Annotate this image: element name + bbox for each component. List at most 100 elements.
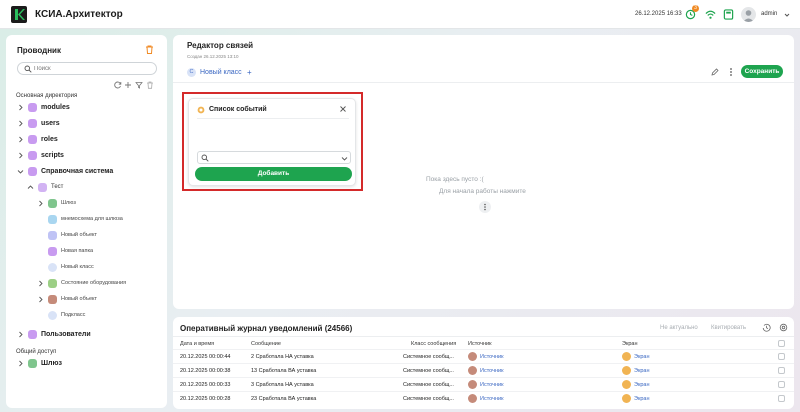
row-screen-link[interactable]: Экран — [634, 368, 650, 374]
row-screen-link[interactable]: Экран — [634, 396, 650, 402]
tree-item-reference-system[interactable]: Справочная система — [17, 166, 157, 178]
row-screen-link[interactable]: Экран — [634, 382, 650, 388]
table-row[interactable]: 20.12.2025 00:00:44 2 Сработала НА устав… — [173, 349, 794, 363]
column-header-message[interactable]: Сообщение — [251, 341, 281, 347]
chevron-right-icon[interactable] — [37, 296, 44, 303]
class-icon — [48, 311, 57, 320]
tree-item-shared-gateway[interactable]: Шлюз — [17, 358, 157, 370]
row-class: Системное сообщ... — [403, 382, 454, 388]
chevron-right-icon[interactable] — [17, 331, 24, 338]
chevron-right-icon[interactable] — [37, 200, 44, 207]
column-header-class[interactable]: Класс сообщения — [411, 341, 456, 347]
divider — [197, 118, 349, 119]
table-row[interactable]: 20.12.2025 00:00:33 3 Сработала НА устав… — [173, 377, 794, 391]
row-source-link[interactable]: Источник — [480, 368, 503, 374]
row-source-link[interactable]: Источник — [480, 382, 503, 388]
acknowledge-button[interactable]: Квитировать — [711, 325, 746, 331]
chevron-right-icon[interactable] — [17, 360, 24, 367]
row-datetime: 20.12.2025 00:00:33 — [180, 382, 231, 388]
chevron-down-icon[interactable] — [784, 12, 790, 18]
delete-icon[interactable] — [146, 81, 154, 89]
folder-icon — [28, 330, 37, 339]
tree-item-new-object-2[interactable]: Новый объект — [37, 294, 157, 306]
select-all-checkbox[interactable] — [778, 340, 785, 347]
tree-item-label: Состояние оборудования — [61, 280, 127, 286]
divider — [173, 336, 794, 337]
chevron-right-icon[interactable] — [17, 136, 24, 143]
chevron-right-icon[interactable] — [17, 152, 24, 159]
tree-item-modules[interactable]: modules — [17, 102, 157, 114]
plus-icon[interactable] — [124, 81, 132, 89]
search-box[interactable] — [17, 62, 157, 75]
row-checkbox[interactable] — [778, 367, 785, 374]
refresh-icon[interactable] — [114, 81, 122, 89]
tree-item-label: Тест — [51, 184, 64, 190]
chevron-down-icon[interactable] — [17, 168, 24, 175]
column-header-screen[interactable]: Экран — [622, 341, 638, 347]
add-button[interactable]: Добавить — [195, 167, 352, 181]
class-label[interactable]: Новый класс — [200, 69, 242, 76]
row-checkbox[interactable] — [778, 353, 785, 360]
row-message: 13 Сработала ВА уставка — [251, 368, 317, 374]
empty-state-more-button[interactable] — [479, 201, 491, 213]
row-checkbox[interactable] — [778, 381, 785, 388]
tree-item-equipment-state[interactable]: Состояние оборудования — [37, 278, 157, 290]
calculator-icon[interactable] — [723, 9, 734, 20]
history-icon[interactable] — [762, 323, 771, 332]
class-icon — [48, 263, 57, 272]
pencil-icon[interactable] — [711, 68, 719, 76]
chevron-up-icon[interactable] — [27, 184, 34, 191]
avatar[interactable] — [741, 7, 756, 22]
row-source-link[interactable]: Источник — [480, 396, 503, 402]
row-screen-link[interactable]: Экран — [634, 354, 650, 360]
source-icon — [468, 380, 477, 389]
row-class: Системное сообщ... — [403, 396, 454, 402]
row-class: Системное сообщ... — [403, 368, 454, 374]
row-source-link[interactable]: Источник — [480, 354, 503, 360]
app-title: КСИА.Архитектор — [35, 9, 123, 20]
settings-icon[interactable] — [779, 323, 788, 332]
screen-icon — [622, 366, 631, 375]
add-class-button[interactable]: + — [247, 68, 252, 77]
chevron-right-icon[interactable] — [17, 104, 24, 111]
chevron-down-icon[interactable] — [341, 155, 348, 162]
filter-icon[interactable] — [135, 81, 143, 89]
close-icon[interactable] — [339, 105, 347, 113]
chevron-right-icon[interactable] — [17, 120, 24, 127]
event-select[interactable] — [197, 151, 351, 164]
tree-item-label: Новый класс — [61, 264, 94, 270]
wifi-icon[interactable] — [705, 9, 716, 20]
tree-item-new-folder[interactable]: Новая папка — [37, 246, 157, 258]
tree-item-roles[interactable]: roles — [17, 134, 157, 146]
chevron-right-icon[interactable] — [37, 280, 44, 287]
tree-item-users-ru[interactable]: Пользователи — [17, 329, 157, 341]
journal-title: Оперативный журнал уведомлений (24566) — [180, 324, 353, 333]
folder-icon — [28, 119, 37, 128]
event-list-popup: Список событий Добавить — [188, 98, 356, 186]
row-datetime: 20.12.2025 00:00:28 — [180, 396, 231, 402]
tree-item-label: Справочная система — [41, 168, 114, 175]
tree-item-scripts[interactable]: scripts — [17, 150, 157, 162]
tree-item-label: Новая папка — [61, 248, 94, 254]
tree-item-new-class[interactable]: Новый класс — [37, 262, 157, 274]
search-input[interactable] — [34, 63, 152, 74]
user-name[interactable]: admin — [761, 11, 777, 17]
tree-item-subclass[interactable]: Подкласс — [37, 310, 157, 322]
class-icon: С — [187, 68, 196, 77]
column-header-source[interactable]: Источник — [468, 341, 491, 347]
tree-item-gateway[interactable]: Шлюз — [37, 198, 157, 210]
tree-item-new-object[interactable]: Новый объект — [37, 230, 157, 242]
trash-icon[interactable] — [145, 45, 154, 54]
table-row[interactable]: 20.12.2025 00:00:38 13 Сработала ВА уста… — [173, 363, 794, 377]
row-class: Системное сообщ... — [403, 354, 454, 360]
more-vertical-icon[interactable] — [728, 67, 734, 77]
save-button[interactable]: Сохранить — [741, 65, 783, 78]
tree-item-mnemoscheme[interactable]: мнемосхема для шлюза — [37, 214, 157, 226]
not-actual-button[interactable]: Не актуально — [660, 325, 698, 331]
tree-item-users[interactable]: users — [17, 118, 157, 130]
tree-item-test[interactable]: Тест — [27, 182, 157, 194]
row-datetime: 20.12.2025 00:00:38 — [180, 368, 231, 374]
column-header-datetime[interactable]: Дата и время — [180, 341, 214, 347]
row-checkbox[interactable] — [778, 395, 785, 402]
table-row[interactable]: 20.12.2025 00:00:28 23 Сработала ВА уста… — [173, 391, 794, 405]
